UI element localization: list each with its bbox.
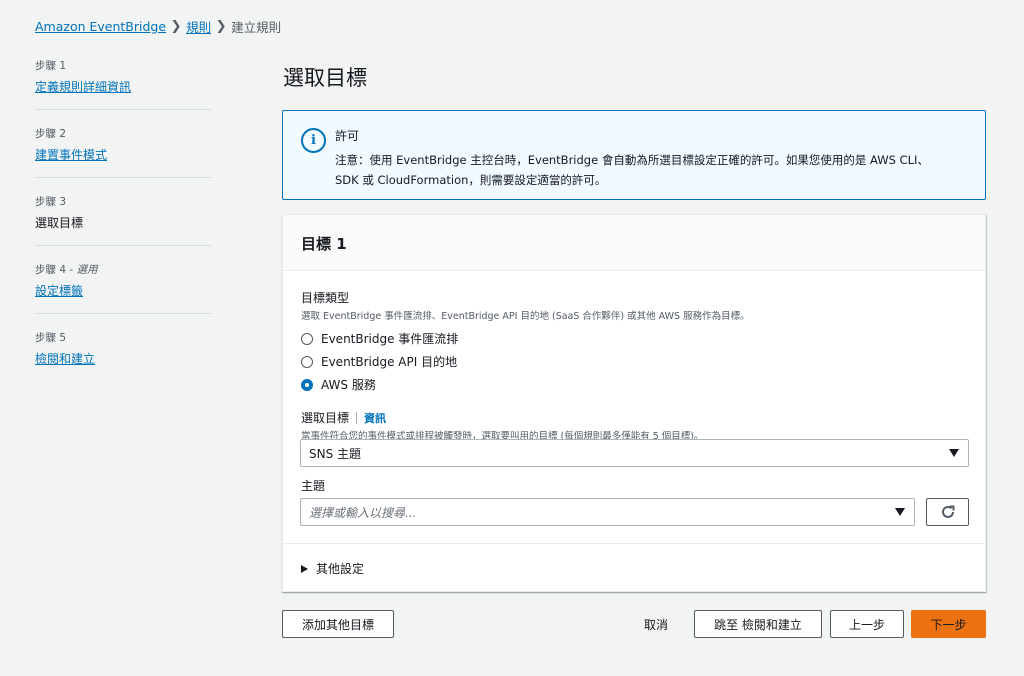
topic-label: 主題 — [301, 479, 326, 493]
breadcrumb-eventbridge-link[interactable]: Amazon EventBridge — [35, 19, 166, 34]
add-target-button[interactable]: 添加其他目標 — [282, 610, 394, 638]
select-value: SNS 主題 — [309, 446, 362, 461]
target-type-label: 目標類型 — [301, 291, 350, 305]
target-panel-body: 目標類型 選取 EventBridge 事件匯流排、EventBridge AP… — [283, 271, 985, 442]
step-current-select-target: 選取目標 — [35, 216, 84, 230]
label-divider — [356, 411, 358, 424]
chevron-right-icon: ❯ — [215, 19, 227, 34]
step-link-define-rule[interactable]: 定義規則詳細資訊 — [35, 80, 131, 94]
step-optional-label: 選用 — [76, 264, 98, 276]
target-panel: 目標 1 目標類型 選取 EventBridge 事件匯流排、EventBrid… — [282, 214, 986, 592]
radio-label: EventBridge 事件匯流排 — [321, 332, 459, 346]
step-number: 步驟 3 — [35, 196, 67, 208]
breadcrumb: Amazon EventBridge ❯ 規則 ❯ 建立規則 — [35, 17, 281, 36]
target-type-description: 選取 EventBridge 事件匯流排、EventBridge API 目的地… — [301, 311, 750, 322]
step-2: 步驟 2 建置事件模式 — [35, 126, 211, 178]
next-button[interactable]: 下一步 — [911, 610, 986, 638]
step-4: 步驟 4 - 選用 設定標籤 — [35, 262, 211, 314]
additional-settings-expander[interactable]: 其他設定 — [301, 560, 364, 577]
target-panel-header: 目標 1 — [283, 215, 985, 271]
step-link-tags[interactable]: 設定標籤 — [35, 284, 83, 298]
radio-event-bus[interactable]: EventBridge 事件匯流排 — [301, 327, 967, 350]
radio-button-selected[interactable] — [301, 378, 313, 391]
radio-api-destination[interactable]: EventBridge API 目的地 — [301, 350, 967, 373]
panel-divider — [283, 543, 985, 544]
caret-down-icon — [949, 449, 959, 457]
wizard-steps: 步驟 1 定義規則詳細資訊 步驟 2 建置事件模式 步驟 3 選取目標 步驟 4… — [35, 58, 211, 397]
info-circle-icon: i — [301, 128, 326, 153]
page-title: 選取目標 — [283, 66, 367, 90]
caret-right-icon — [301, 564, 308, 573]
step-number: 步驟 1 — [35, 60, 67, 72]
radio-button[interactable] — [301, 332, 313, 345]
breadcrumb-rules-link[interactable]: 規則 — [186, 17, 211, 36]
breadcrumb-current: 建立規則 — [231, 20, 282, 35]
info-link[interactable]: 資訊 — [364, 410, 386, 426]
step-number: 步驟 5 — [35, 332, 67, 344]
radio-label: AWS 服務 — [321, 378, 376, 392]
step-1: 步驟 1 定義規則詳細資訊 — [35, 58, 211, 110]
step-5: 步驟 5 檢閱和建立 — [35, 330, 211, 381]
expander-label: 其他設定 — [316, 562, 365, 576]
radio-aws-service[interactable]: AWS 服務 — [301, 373, 967, 396]
alert-line-1: 注意：使用 EventBridge 主控台時，EventBridge 會自動為所… — [335, 153, 929, 167]
step-3: 步驟 3 選取目標 — [35, 194, 211, 246]
topic-select[interactable]: 選擇或輸入以搜尋... — [300, 498, 915, 526]
cancel-button[interactable]: 取消 — [632, 610, 680, 638]
step-link-review[interactable]: 檢閱和建立 — [35, 352, 95, 366]
target-type-radio-group: EventBridge 事件匯流排 EventBridge API 目的地 AW… — [301, 327, 967, 396]
chevron-right-icon: ❯ — [170, 19, 182, 34]
permissions-alert: i 許可 注意：使用 EventBridge 主控台時，EventBridge … — [282, 110, 986, 200]
select-target-label-row: 選取目標 資訊 — [301, 409, 967, 426]
radio-button[interactable] — [301, 355, 313, 368]
step-number: 步驟 4 - 選用 — [35, 264, 98, 276]
skip-to-review-button[interactable]: 跳至 檢閱和建立 — [694, 610, 822, 638]
alert-line-2: SDK 或 CloudFormation，則需要設定適當的許可。 — [335, 173, 607, 187]
topic-placeholder: 選擇或輸入以搜尋... — [309, 505, 417, 520]
target-service-select[interactable]: SNS 主題 — [300, 439, 969, 467]
caret-down-icon — [895, 508, 905, 516]
select-target-label: 選取目標 — [301, 411, 350, 425]
alert-title: 許可 — [335, 129, 360, 143]
step-number: 步驟 2 — [35, 128, 67, 140]
step-link-event-pattern[interactable]: 建置事件模式 — [35, 148, 107, 162]
alert-body: 注意：使用 EventBridge 主控台時，EventBridge 會自動為所… — [335, 150, 967, 190]
refresh-button[interactable] — [926, 498, 969, 526]
refresh-icon — [941, 505, 954, 518]
previous-button[interactable]: 上一步 — [830, 610, 904, 638]
radio-label: EventBridge API 目的地 — [321, 355, 458, 369]
